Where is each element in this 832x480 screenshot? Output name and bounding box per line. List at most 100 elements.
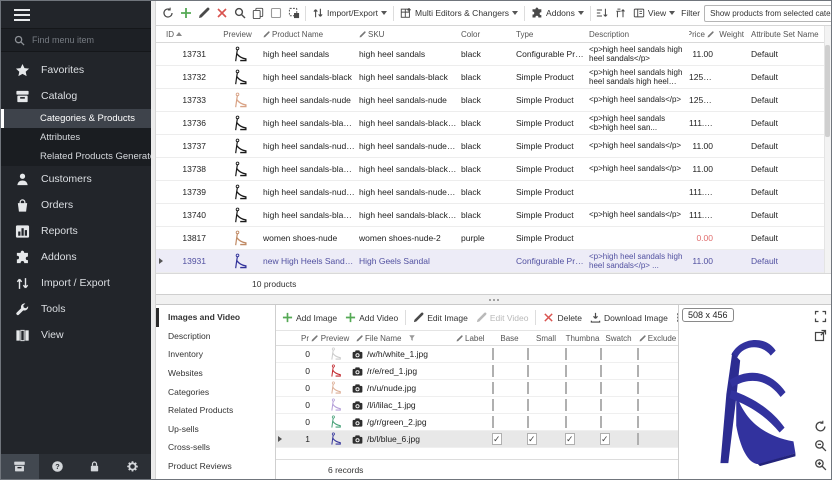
view-menu-button[interactable]: View	[630, 5, 678, 21]
search-button[interactable]	[231, 4, 248, 22]
image-row[interactable]: 0 /n/u/nude.jpg	[276, 380, 678, 397]
image-row[interactable]: 0 /w/h/white_1.jpg	[276, 346, 678, 363]
swatch-checkbox[interactable]	[600, 365, 602, 377]
fullscreen-icon[interactable]	[814, 310, 827, 323]
exclude-checkbox[interactable]	[637, 416, 639, 428]
column-header-sku[interactable]: SKU	[359, 30, 461, 39]
edit-image-button[interactable]: Edit Image	[410, 310, 471, 325]
zoom-out-icon[interactable]	[814, 439, 827, 452]
tab-images-and-video[interactable]: Images and Video	[156, 308, 275, 327]
table-row[interactable]: 13732 high heel sandals-black high heel …	[156, 66, 824, 89]
column-header-attribute-set[interactable]: Attribute Set Name	[747, 30, 824, 39]
table-row[interactable]: 13733 high heel sandals-nude high heel s…	[156, 89, 824, 112]
column-header-preview[interactable]: Preview	[215, 30, 263, 39]
table-row[interactable]: 13731 high heel sandals high heel sandal…	[156, 43, 824, 66]
sidebar-item-categories-products[interactable]: Categories & Products	[1, 109, 151, 128]
column-header-base[interactable]: Base	[492, 334, 527, 343]
column-header-label[interactable]: Label	[456, 334, 492, 343]
table-row[interactable]: 13738 high heel sandals-black-37 high he…	[156, 158, 824, 181]
vertical-scrollbar[interactable]	[824, 26, 831, 273]
table-row[interactable]: 13737 high heel sandals-nude-36 high hee…	[156, 135, 824, 158]
column-header-type[interactable]: Type	[516, 30, 589, 39]
base-checkbox[interactable]	[492, 433, 502, 445]
zoom-in-icon[interactable]	[814, 458, 827, 471]
refresh-button[interactable]	[159, 4, 176, 22]
sidebar-item-related-products-generator[interactable]: Related Products Generator	[1, 147, 151, 166]
add-product-button[interactable]	[177, 4, 194, 22]
small-checkbox[interactable]	[527, 348, 529, 360]
base-checkbox[interactable]	[492, 399, 494, 411]
paste-special-button[interactable]	[285, 4, 302, 22]
column-header-position[interactable]: Pr	[290, 334, 318, 343]
thumbnail-checkbox[interactable]	[565, 365, 567, 377]
sidebar-bottom-help-icon[interactable]	[39, 454, 77, 479]
sidebar-item-catalog[interactable]: Catalog	[1, 83, 151, 109]
swatch-checkbox[interactable]	[600, 433, 610, 445]
thumbnail-checkbox[interactable]	[565, 433, 575, 445]
sort-az-button[interactable]	[594, 4, 611, 22]
category-filter-select[interactable]: Show products from selected categories	[704, 5, 831, 22]
tab-inventory[interactable]: Inventory	[156, 345, 275, 364]
sidebar-item-view[interactable]: View	[1, 322, 151, 348]
addons-menu-button[interactable]: Addons	[528, 5, 587, 21]
column-header-id[interactable]: ID	[166, 29, 215, 39]
tab-product-reviews[interactable]: Product Reviews	[156, 457, 275, 476]
column-header-price[interactable]: Price	[689, 30, 717, 39]
table-row[interactable]: 13931 new High Heels Sandals High Geels …	[156, 250, 824, 273]
column-header-small[interactable]: Small	[527, 334, 565, 343]
exclude-checkbox[interactable]	[637, 399, 639, 411]
horizontal-splitter[interactable]	[156, 295, 831, 305]
sidebar-item-customers[interactable]: Customers	[1, 166, 151, 192]
column-header-description[interactable]: Description	[589, 30, 689, 39]
sidebar-item-tools[interactable]: Tools	[1, 296, 151, 322]
base-checkbox[interactable]	[492, 416, 494, 428]
small-checkbox[interactable]	[527, 433, 537, 445]
sidebar-item-addons[interactable]: Addons	[1, 244, 151, 270]
sidebar-item-attributes[interactable]: Attributes	[1, 128, 151, 147]
column-header-image-preview[interactable]: Preview	[318, 334, 352, 343]
hamburger-menu-button[interactable]	[1, 1, 151, 28]
delete-button[interactable]	[213, 4, 230, 22]
multi-editors-menu-button[interactable]: Multi Editors & Changers	[397, 5, 521, 21]
exclude-checkbox[interactable]	[637, 365, 639, 377]
tab-description[interactable]: Description	[156, 327, 275, 346]
tab-websites[interactable]: Websites	[156, 364, 275, 383]
clear-selection-button[interactable]	[267, 4, 284, 22]
column-header-file-name[interactable]: File Name	[352, 334, 456, 343]
column-header-swatch[interactable]: Swatch	[600, 334, 637, 343]
base-checkbox[interactable]	[492, 348, 494, 360]
exclude-checkbox[interactable]	[637, 382, 639, 394]
small-checkbox[interactable]	[527, 365, 529, 377]
sort-asc-button[interactable]	[612, 4, 629, 22]
tab-cross-sells[interactable]: Cross-sells	[156, 438, 275, 457]
column-header-exclude[interactable]: Exclude	[637, 334, 678, 343]
sidebar-item-import-export[interactable]: Import / Export	[1, 270, 151, 296]
image-row[interactable]: 0 /l/i/lilac_1.jpg	[276, 397, 678, 414]
import-export-menu-button[interactable]: Import/Export	[309, 5, 390, 21]
table-row[interactable]: 13740 high heel sandals-black-38 high he…	[156, 204, 824, 227]
small-checkbox[interactable]	[527, 399, 529, 411]
add-image-button[interactable]: Add Image	[279, 310, 340, 325]
sidebar-bottom-lock-icon[interactable]	[76, 454, 114, 479]
exclude-checkbox[interactable]	[637, 433, 639, 445]
table-row[interactable]: 13739 high heel sandals-nude-37 high hee…	[156, 181, 824, 204]
swatch-checkbox[interactable]	[600, 416, 602, 428]
column-header-product-name[interactable]: Product Name	[263, 30, 359, 39]
thumbnail-checkbox[interactable]	[565, 382, 567, 394]
base-checkbox[interactable]	[492, 382, 494, 394]
thumbnail-checkbox[interactable]	[565, 348, 567, 360]
sidebar-bottom-store-icon[interactable]	[1, 454, 39, 479]
small-checkbox[interactable]	[527, 382, 529, 394]
tab-related-products[interactable]: Related Products	[156, 401, 275, 420]
rotate-icon[interactable]	[814, 420, 827, 433]
tab-up-sells[interactable]: Up-sells	[156, 420, 275, 439]
column-header-weight[interactable]: Weight	[717, 30, 747, 39]
tab-categories[interactable]: Categories	[156, 382, 275, 401]
base-checkbox[interactable]	[492, 365, 494, 377]
column-header-color[interactable]: Color	[461, 30, 516, 39]
sidebar-item-favorites[interactable]: Favorites	[1, 57, 151, 83]
table-row[interactable]: 13736 high heel sandals-black-36 high he…	[156, 112, 824, 135]
add-video-button[interactable]: Add Video	[342, 310, 401, 325]
copy-button[interactable]	[249, 4, 266, 22]
column-header-thumbnail[interactable]: Thumbna	[565, 334, 600, 343]
